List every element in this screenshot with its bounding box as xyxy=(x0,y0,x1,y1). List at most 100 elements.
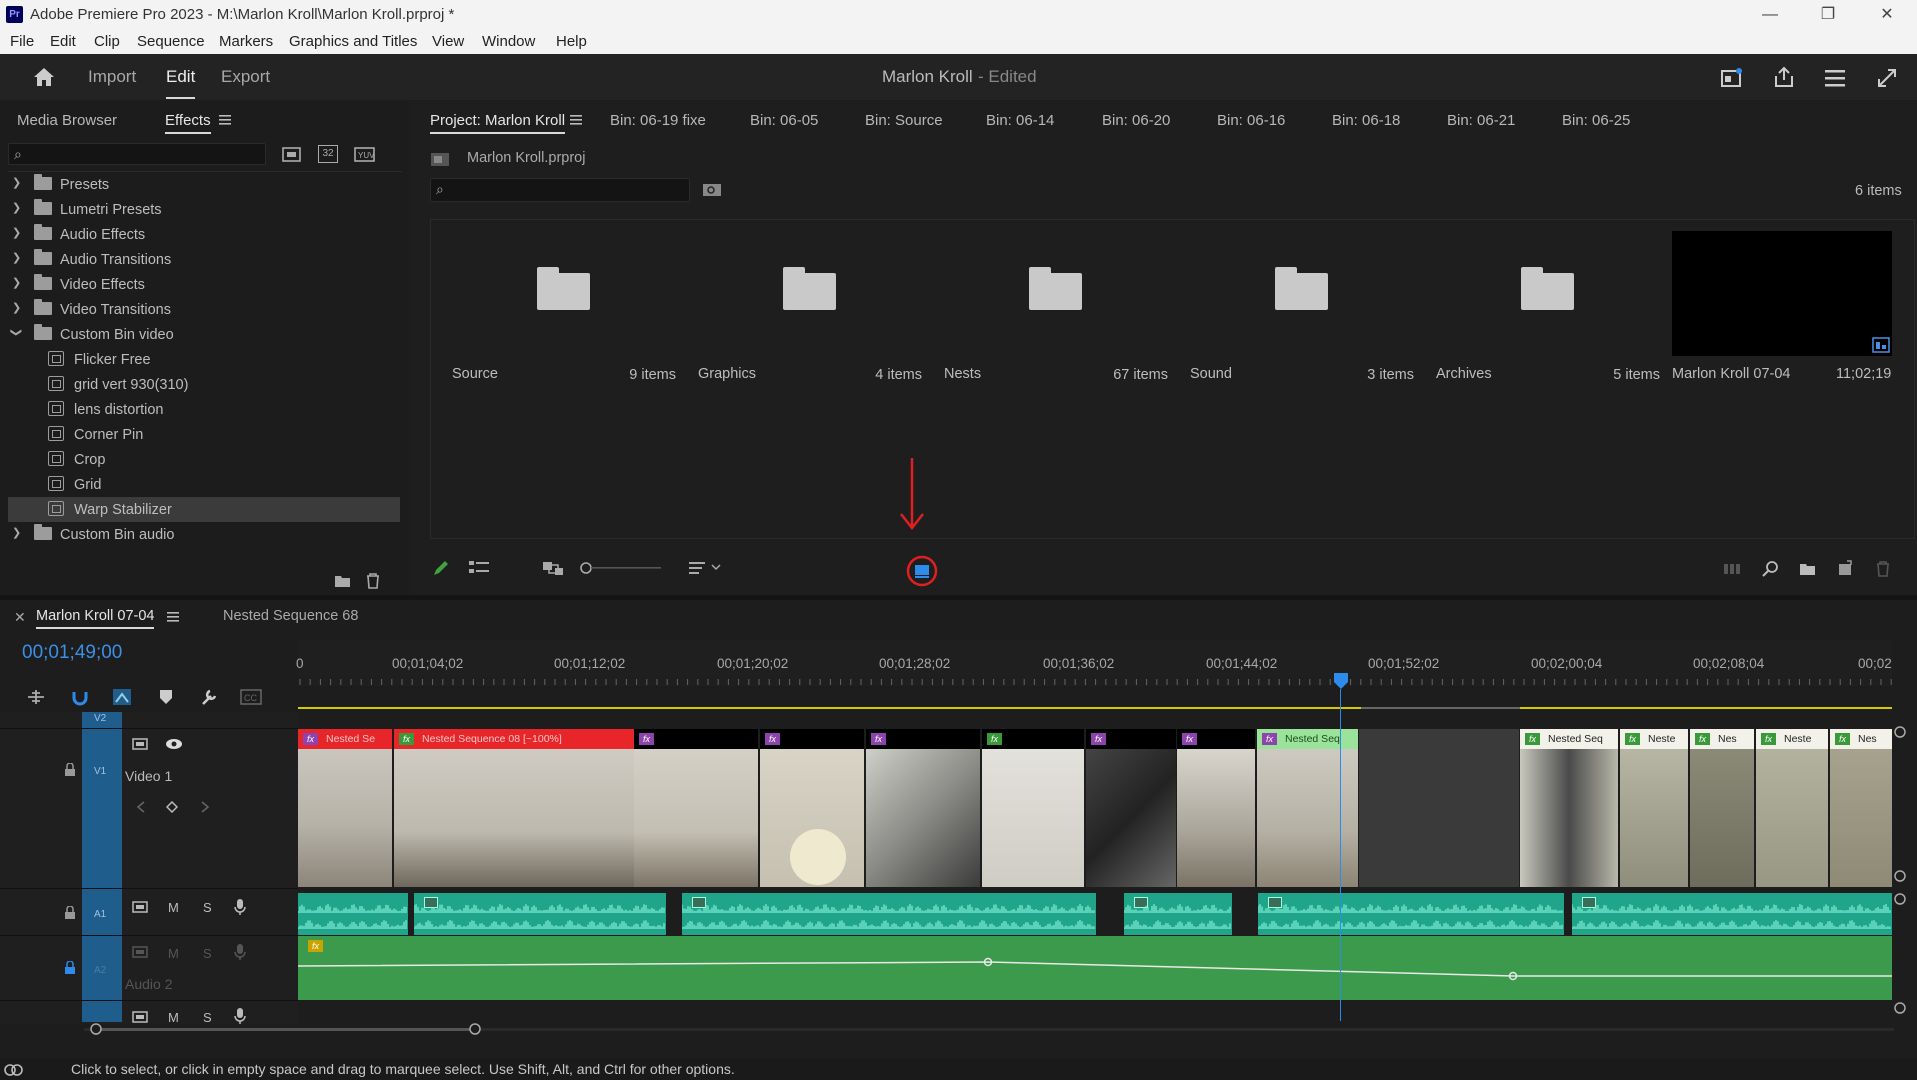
snap-magnet-icon[interactable] xyxy=(70,688,90,706)
new-bin-icon[interactable] xyxy=(1799,561,1817,576)
track-a2-label[interactable]: A2 xyxy=(94,965,106,976)
chevron-right-icon[interactable]: ❯ xyxy=(12,301,21,314)
menu-edit[interactable]: Edit xyxy=(50,33,76,50)
tab-effects[interactable]: Effects xyxy=(165,112,211,134)
sync-lock-icon[interactable] xyxy=(132,737,148,751)
next-keyframe-icon[interactable] xyxy=(200,801,210,813)
chevron-right-icon[interactable]: ❯ xyxy=(12,251,21,264)
add-marker-icon[interactable] xyxy=(158,688,174,706)
icon-view-button[interactable] xyxy=(906,555,938,587)
video-clip[interactable]: fx Neste xyxy=(1756,729,1828,887)
automate-to-sequence-icon[interactable] xyxy=(1723,562,1743,576)
chevron-right-icon[interactable]: ❯ xyxy=(12,276,21,289)
tab-import[interactable]: Import xyxy=(88,67,136,87)
share-icon[interactable] xyxy=(1773,66,1795,88)
audio-clip[interactable] xyxy=(1124,893,1232,935)
insert-nest-icon[interactable] xyxy=(26,688,46,706)
video-clip[interactable]: fx Nested Seq xyxy=(1257,729,1358,887)
video-clip[interactable]: fx xyxy=(866,729,980,887)
fullscreen-icon[interactable] xyxy=(1877,68,1897,88)
sync-lock-icon[interactable] xyxy=(132,900,148,914)
a2-audio-clip[interactable]: fx xyxy=(298,936,1892,1000)
menu-graphics-and-titles[interactable]: Graphics and Titles xyxy=(289,33,417,50)
video-clip[interactable]: fx Nes xyxy=(1690,729,1754,887)
solo-button[interactable]: S xyxy=(203,946,212,961)
tab-sequence-marlon-kroll[interactable]: Marlon Kroll 07-04 xyxy=(36,608,155,629)
tab-edit[interactable]: Edit xyxy=(166,67,196,99)
tree-item-crop[interactable]: Crop xyxy=(8,447,400,472)
close-button[interactable]: ✕ xyxy=(1862,2,1912,28)
restore-button[interactable]: ❐ xyxy=(1803,2,1853,28)
work-area-bar[interactable] xyxy=(298,707,1361,709)
timeline-gap[interactable] xyxy=(1359,729,1519,887)
lock-icon[interactable] xyxy=(64,906,76,920)
tab-bin-06-20[interactable]: Bin: 06-20 xyxy=(1102,112,1170,129)
sort-icons-icon[interactable] xyxy=(688,560,724,576)
panel-menu-icon[interactable] xyxy=(219,114,231,126)
tree-item-custom-bin-video[interactable]: ❯ Custom Bin video xyxy=(8,322,400,347)
video-clip[interactable]: fx xyxy=(634,729,758,887)
volume-rubberband[interactable] xyxy=(298,936,1892,1000)
chevron-right-icon[interactable]: ❯ xyxy=(12,226,21,239)
tab-bin-06-21[interactable]: Bin: 06-21 xyxy=(1447,112,1515,129)
zoom-slider[interactable] xyxy=(580,560,664,576)
delete-icon[interactable] xyxy=(365,572,381,589)
timecode-display[interactable]: 00;01;49;00 xyxy=(22,642,122,664)
chevron-right-icon[interactable]: ❯ xyxy=(12,176,21,189)
tree-item-lens-distortion[interactable]: lens distortion xyxy=(8,397,400,422)
solo-button[interactable]: S xyxy=(203,900,212,915)
menu-sequence[interactable]: Sequence xyxy=(137,33,205,50)
audio-clip[interactable] xyxy=(1258,893,1564,935)
track-v2-label[interactable]: V2 xyxy=(94,713,106,724)
add-keyframe-icon[interactable] xyxy=(166,801,178,813)
playhead-handle[interactable] xyxy=(1333,672,1349,690)
tab-media-browser[interactable]: Media Browser xyxy=(17,112,117,129)
tree-item-video-transitions[interactable]: ❯ Video Transitions xyxy=(8,297,400,322)
vertical-zoom-scrollbar[interactable] xyxy=(1893,725,1907,1025)
tab-project[interactable]: Project: Marlon Kroll xyxy=(430,112,566,134)
playhead-line[interactable] xyxy=(1340,689,1341,1021)
video-clip[interactable]: fx Nested Sequence 08 [~100%] xyxy=(394,729,634,887)
clear-icon[interactable] xyxy=(1875,560,1891,577)
tree-item-lumetri-presets[interactable]: ❯ Lumetri Presets xyxy=(8,197,400,222)
tree-item-warp-stabilizer[interactable]: Warp Stabilizer xyxy=(8,497,400,522)
new-item-icon[interactable] xyxy=(1837,560,1853,576)
tree-item-audio-transitions[interactable]: ❯ Audio Transitions xyxy=(8,247,400,272)
sync-lock-icon[interactable] xyxy=(132,945,148,959)
sequence-item[interactable]: Marlon Kroll 07-04 11;02;19 xyxy=(1672,226,1912,386)
find-icon[interactable] xyxy=(1762,560,1780,578)
previous-keyframe-icon[interactable] xyxy=(136,801,146,813)
mute-button[interactable]: M xyxy=(168,946,179,961)
mute-button[interactable]: M xyxy=(168,900,179,915)
chevron-down-icon[interactable]: ❯ xyxy=(10,328,23,337)
panel-menu-icon[interactable] xyxy=(167,611,179,623)
accelerated-effects-icon[interactable] xyxy=(282,145,302,163)
eye-icon[interactable] xyxy=(165,738,183,750)
freeform-view-icon[interactable] xyxy=(542,560,564,576)
tree-item-corner-pin[interactable]: Corner Pin xyxy=(8,422,400,447)
v2-track-area[interactable] xyxy=(298,712,1892,728)
tab-export[interactable]: Export xyxy=(221,67,270,87)
video-clip[interactable]: fx Neste xyxy=(1620,729,1688,887)
video-clip[interactable]: fx xyxy=(1177,729,1255,887)
tree-item-video-effects[interactable]: ❯ Video Effects xyxy=(8,272,400,297)
microphone-icon[interactable] xyxy=(234,943,246,961)
yuv-effects-icon[interactable]: YUV xyxy=(354,145,376,163)
track-a2-name[interactable]: Audio 2 xyxy=(125,976,172,992)
quick-export-icon[interactable] xyxy=(1721,68,1743,88)
bin-sound[interactable]: Sound 3 items xyxy=(1180,226,1426,386)
menu-clip[interactable]: Clip xyxy=(94,33,120,50)
audio-clip[interactable] xyxy=(298,893,408,935)
track-a1-label[interactable]: A1 xyxy=(94,909,106,920)
menu-view[interactable]: View xyxy=(432,33,464,50)
tab-bin-06-16[interactable]: Bin: 06-16 xyxy=(1217,112,1285,129)
workspaces-menu-icon[interactable] xyxy=(1824,68,1848,88)
bin-graphics[interactable]: Graphics 4 items xyxy=(688,226,934,386)
new-custom-bin-icon[interactable] xyxy=(334,573,352,588)
chevron-right-icon[interactable]: ❯ xyxy=(12,526,21,539)
tab-bin-06-19[interactable]: Bin: 06-19 fixe xyxy=(610,112,706,129)
audio-clip[interactable] xyxy=(414,893,666,935)
audio-clip[interactable] xyxy=(1572,893,1892,935)
lock-icon[interactable] xyxy=(64,961,76,975)
tab-nested-sequence-68[interactable]: Nested Sequence 68 xyxy=(223,608,358,624)
